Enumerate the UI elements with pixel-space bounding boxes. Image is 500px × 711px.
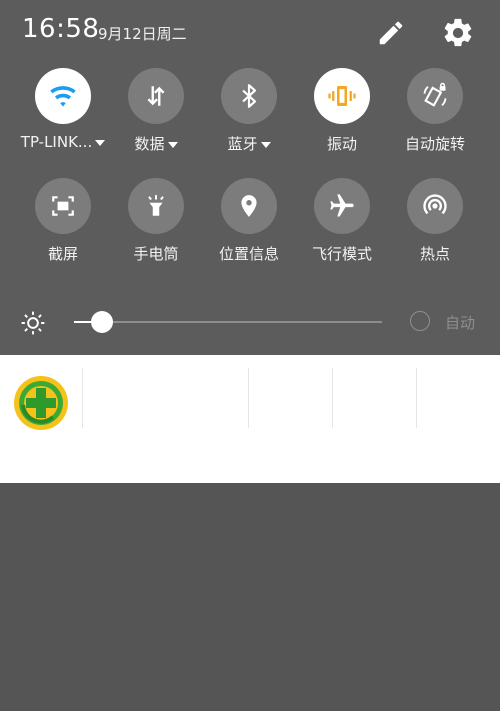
tile-flashlight[interactable]: 手电筒 (110, 178, 202, 278)
gear-icon (444, 18, 472, 47)
flashlight-icon (148, 195, 164, 216)
tile-auto-rotate-circle[interactable] (407, 68, 463, 124)
wifi-icon (50, 86, 76, 107)
tile-wifi-label: TP-LINK... (17, 133, 109, 151)
location-icon (241, 195, 257, 217)
auto-brightness-label: 自动 (445, 314, 476, 332)
hotspot-icon (423, 194, 447, 215)
tile-data[interactable]: 数据 (110, 68, 202, 168)
tile-auto-rotate[interactable]: 自动旋转 (389, 68, 481, 168)
tile-wifi[interactable]: TP-LINK... (17, 68, 109, 168)
tile-screenshot-label: 截屏 (47, 245, 78, 263)
pencil-icon (379, 21, 403, 45)
tile-airplane-circle[interactable] (314, 178, 370, 234)
tile-auto-rotate-label: 自动旋转 (404, 135, 465, 153)
brightness-row: 自动 (0, 300, 500, 344)
data-transfer-icon (147, 86, 165, 106)
notification-divider (416, 368, 417, 428)
brightness-slider[interactable] (74, 311, 382, 333)
tile-bluetooth[interactable]: 蓝牙 (203, 68, 295, 168)
tile-screenshot[interactable]: 截屏 (17, 178, 109, 278)
status-bar: 16:58 9月12日周二 (0, 0, 500, 64)
tile-airplane-label: 飞行模式 (311, 245, 372, 263)
tile-flashlight-label: 手电筒 (133, 245, 179, 263)
brightness-sun-icon (21, 311, 45, 335)
edit-tiles-button[interactable] (376, 18, 406, 48)
tile-vibrate-label: 振动 (326, 135, 357, 153)
360-security-icon[interactable] (13, 375, 69, 431)
notification-divider (82, 368, 83, 428)
tile-hotspot[interactable]: 热点 (389, 178, 481, 278)
tile-flashlight-circle[interactable] (128, 178, 184, 234)
tile-airplane[interactable]: 飞行模式 (296, 178, 388, 278)
tile-hotspot-label: 热点 (419, 245, 450, 263)
rotate-lock-icon (423, 82, 447, 107)
bluetooth-icon (242, 84, 257, 108)
notification-card[interactable] (0, 355, 500, 483)
clock-date: 9月12日周二 (98, 25, 187, 43)
tile-vibrate[interactable]: 振动 (296, 68, 388, 168)
settings-button[interactable] (441, 16, 475, 50)
tile-data-label: 数据 (110, 133, 202, 154)
dropdown-caret-icon[interactable] (260, 141, 271, 148)
dropdown-caret-icon[interactable] (95, 139, 106, 146)
airplane-icon (330, 194, 354, 217)
tile-hotspot-circle[interactable] (407, 178, 463, 234)
brightness-slider-thumb[interactable] (91, 311, 113, 333)
tile-bluetooth-label: 蓝牙 (203, 133, 295, 154)
auto-brightness-toggle[interactable] (410, 311, 430, 331)
tile-location-circle[interactable] (221, 178, 277, 234)
notification-divider (248, 368, 249, 428)
notification-divider (332, 368, 333, 428)
tile-bluetooth-circle[interactable] (221, 68, 277, 124)
tile-location-label: 位置信息 (218, 245, 279, 263)
tile-data-circle[interactable] (128, 68, 184, 124)
tile-location[interactable]: 位置信息 (203, 178, 295, 278)
screenshot-icon (52, 196, 74, 216)
clock-time: 16:58 (22, 14, 100, 44)
vibrate-icon (328, 86, 356, 106)
tile-vibrate-circle[interactable] (314, 68, 370, 124)
dropdown-caret-icon[interactable] (167, 141, 178, 148)
tile-wifi-circle[interactable] (35, 68, 91, 124)
tile-screenshot-circle[interactable] (35, 178, 91, 234)
